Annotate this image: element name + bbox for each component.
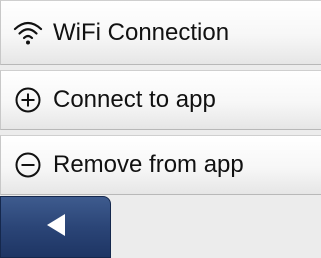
back-button[interactable]	[0, 196, 111, 258]
menu-item-connect-to-app[interactable]: Connect to app	[0, 70, 321, 130]
screen: WiFi Connection Connect to app Remove fr…	[0, 0, 321, 258]
plus-circle-icon	[11, 83, 45, 117]
menu-item-label: WiFi Connection	[53, 18, 230, 46]
menu-item-label: Remove from app	[53, 151, 244, 178]
menu-item-wifi-connection[interactable]: WiFi Connection	[0, 0, 321, 65]
minus-circle-icon	[11, 148, 45, 182]
menu-item-remove-from-app[interactable]: Remove from app	[0, 135, 321, 195]
menu-item-label: Connect to app	[53, 86, 216, 113]
wifi-icon	[11, 16, 45, 50]
back-arrow-icon	[41, 210, 71, 245]
